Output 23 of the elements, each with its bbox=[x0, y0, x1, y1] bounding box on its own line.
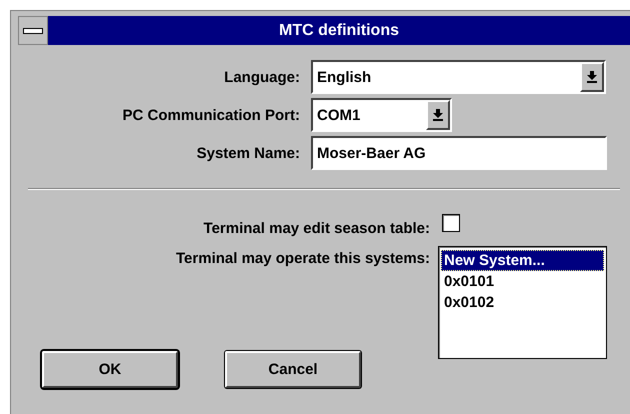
dropdown-value: COM1 bbox=[316, 106, 362, 124]
input-field[interactable]: Moser-Baer AG bbox=[311, 136, 607, 170]
list-item[interactable]: 0x0101 bbox=[441, 271, 604, 292]
down-arrow-icon bbox=[587, 71, 597, 83]
systems-list[interactable]: New System... 0x0101 0x0102 bbox=[438, 246, 607, 359]
checkbox[interactable] bbox=[442, 214, 460, 232]
dropdown-value: English bbox=[316, 68, 372, 86]
list-item[interactable]: New System... bbox=[441, 250, 604, 271]
dropdown[interactable]: English bbox=[311, 60, 606, 94]
dropdown-button[interactable] bbox=[426, 100, 450, 130]
window-title: MTC definitions bbox=[278, 21, 400, 41]
list-item[interactable]: 0x0102 bbox=[441, 292, 604, 313]
field-label: PC Communication Port: bbox=[122, 106, 300, 124]
list-label: Terminal may operate this systems: bbox=[176, 250, 430, 267]
field-label: Language: bbox=[224, 68, 300, 86]
dropdown[interactable]: COM1 bbox=[311, 98, 452, 132]
system-menu-button[interactable] bbox=[18, 16, 48, 45]
dropdown-button[interactable] bbox=[580, 62, 604, 92]
cancel-button[interactable]: Cancel bbox=[225, 351, 361, 388]
checkbox-label: Terminal may edit season table: bbox=[204, 220, 430, 236]
field-label: System Name: bbox=[196, 144, 300, 162]
ok-button[interactable]: OK bbox=[42, 351, 178, 388]
down-arrow-icon bbox=[433, 109, 443, 121]
